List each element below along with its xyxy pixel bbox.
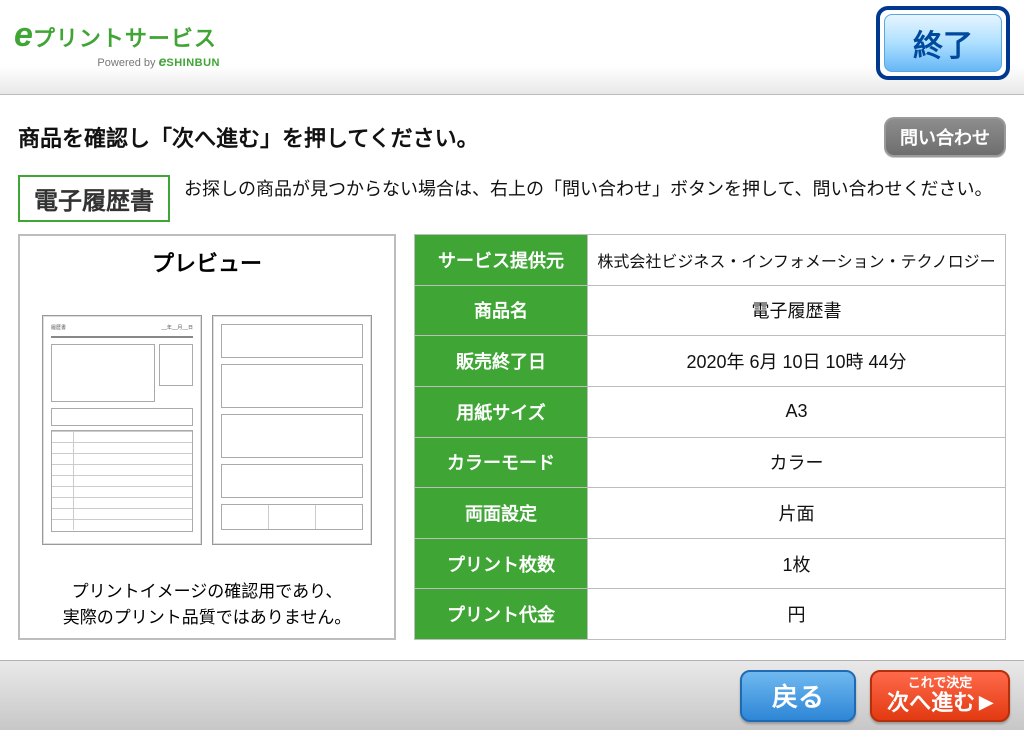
table-row: 販売終了日2020年 6月 10日 10時 44分 [415, 336, 1006, 387]
footer-bar: 戻る これで決定 次へ進む ▶ [0, 660, 1024, 730]
exit-button-frame: 終了 [876, 6, 1010, 80]
detail-value: 2020年 6月 10日 10時 44分 [588, 336, 1006, 387]
details-table: サービス提供元株式会社ビジネス・インフォメーション・テクノロジー商品名電子履歴書… [414, 234, 1006, 640]
exit-button[interactable]: 終了 [884, 14, 1002, 72]
detail-value: 電子履歴書 [588, 285, 1006, 336]
detail-label: 両面設定 [415, 488, 588, 539]
next-button[interactable]: これで決定 次へ進む ▶ [870, 670, 1010, 722]
table-row: 商品名電子履歴書 [415, 285, 1006, 336]
search-hint-text: お探しの商品が見つからない場合は、右上の「問い合わせ」ボタンを押して、問い合わせ… [184, 175, 1006, 204]
next-button-small: これで決定 [908, 676, 973, 690]
table-row: 両面設定片面 [415, 488, 1006, 539]
detail-label: カラーモード [415, 437, 588, 488]
preview-page-right [212, 315, 372, 545]
detail-label: 販売終了日 [415, 336, 588, 387]
details-tbody: サービス提供元株式会社ビジネス・インフォメーション・テクノロジー商品名電子履歴書… [415, 235, 1006, 640]
category-row: 電子履歴書 お探しの商品が見つからない場合は、右上の「問い合わせ」ボタンを押して… [0, 169, 1024, 230]
detail-value: 円 [588, 589, 1006, 640]
logo-powered: Powered by [97, 57, 155, 69]
page-instruction: 商品を確認し「次へ進む」を押してください。 [18, 121, 479, 153]
preview-note-line2: 実際のプリント品質ではありません。 [30, 605, 384, 631]
preview-page-left: 履歴書__年__月__日 [42, 315, 202, 545]
category-chip: 電子履歴書 [18, 175, 170, 222]
detail-value: 1枚 [588, 538, 1006, 589]
detail-label: 商品名 [415, 285, 588, 336]
logo-text: プリントサービス [33, 21, 217, 53]
preview-panel: プレビュー 履歴書__年__月__日 [18, 234, 396, 640]
detail-value: A3 [588, 386, 1006, 437]
detail-label: 用紙サイズ [415, 386, 588, 437]
preview-title: プレビュー [30, 246, 384, 278]
detail-label: サービス提供元 [415, 235, 588, 286]
back-button[interactable]: 戻る [740, 670, 856, 722]
table-row: カラーモードカラー [415, 437, 1006, 488]
arrow-right-icon: ▶ [979, 693, 993, 713]
detail-value: 株式会社ビジネス・インフォメーション・テクノロジー [588, 235, 1006, 286]
inquiry-button[interactable]: 問い合わせ [884, 117, 1006, 157]
header-bar: e プリントサービス Powered by eSHINBUN 終了 [0, 0, 1024, 95]
table-row: プリント枚数1枚 [415, 538, 1006, 589]
content-columns: プレビュー 履歴書__年__月__日 [0, 230, 1024, 640]
table-row: サービス提供元株式会社ビジネス・インフォメーション・テクノロジー [415, 235, 1006, 286]
preview-image-area: 履歴書__年__月__日 [30, 286, 384, 573]
detail-value: 片面 [588, 488, 1006, 539]
preview-note-line1: プリントイメージの確認用であり、 [30, 579, 384, 605]
subheader: 商品を確認し「次へ進む」を押してください。 問い合わせ [0, 95, 1024, 169]
detail-label: プリント代金 [415, 589, 588, 640]
logo-brand: SHINBUN [166, 57, 220, 69]
preview-note: プリントイメージの確認用であり、 実際のプリント品質ではありません。 [30, 573, 384, 630]
next-button-big: 次へ進む [887, 691, 975, 715]
service-logo: e プリントサービス Powered by eSHINBUN [14, 18, 224, 69]
table-row: プリント代金円 [415, 589, 1006, 640]
detail-value: カラー [588, 437, 1006, 488]
table-row: 用紙サイズA3 [415, 386, 1006, 437]
detail-label: プリント枚数 [415, 538, 588, 589]
logo-e-icon: e [14, 18, 33, 52]
